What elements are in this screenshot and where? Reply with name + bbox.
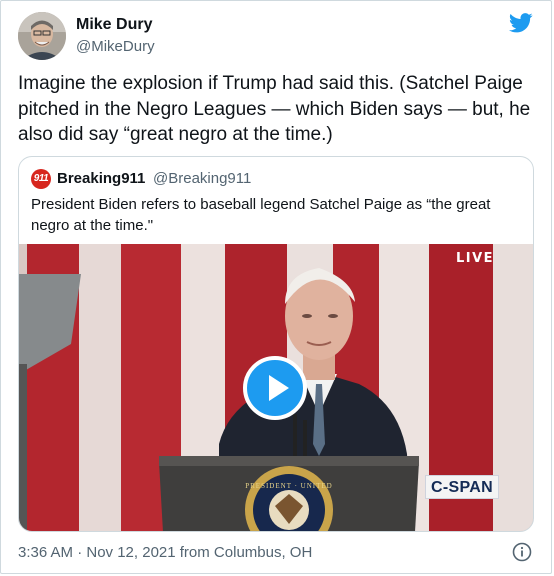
tweet-timestamp[interactable]: 3:36 AM · Nov 12, 2021 from Columbus, OH xyxy=(18,544,312,561)
play-button[interactable] xyxy=(243,356,307,420)
twitter-bird-icon[interactable] xyxy=(509,12,533,34)
tweet-card: Mike Dury @MikeDury Imagine the explosio… xyxy=(0,0,552,574)
quoted-tweet[interactable]: 911 Breaking911 @Breaking911 President B… xyxy=(18,156,534,532)
live-badge: LIVE xyxy=(456,251,495,266)
quoted-author-handle[interactable]: @Breaking911 xyxy=(153,170,251,187)
author-name[interactable]: Mike Dury xyxy=(76,16,152,34)
info-icon[interactable] xyxy=(512,542,532,562)
play-icon xyxy=(269,375,289,401)
author-photo xyxy=(18,12,66,60)
cspan-logo: C-SPAN xyxy=(425,475,499,499)
video-thumbnail[interactable]: PRESIDENT · UNITED LIVE C-SPAN xyxy=(19,244,533,531)
quoted-author-name[interactable]: Breaking911 xyxy=(57,170,145,187)
tweet-text: Imagine the explosion if Trump had said … xyxy=(18,73,531,145)
quoted-tweet-text: President Biden refers to baseball legen… xyxy=(31,196,491,234)
author-handle[interactable]: @MikeDury xyxy=(76,38,155,55)
quoted-avatar[interactable]: 911 xyxy=(31,169,51,189)
author-avatar[interactable] xyxy=(18,12,66,60)
seal-text: PRESIDENT · UNITED xyxy=(245,482,332,490)
